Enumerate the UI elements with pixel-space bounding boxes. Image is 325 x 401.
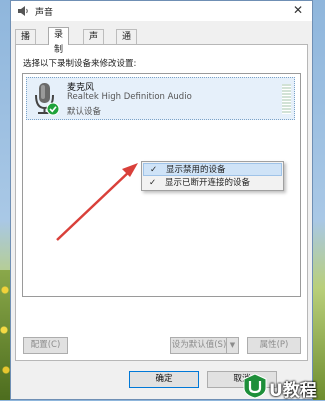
device-driver: Realtek High Definition Audio bbox=[67, 92, 192, 102]
menu-item-label: 显示禁用的设备 bbox=[166, 165, 226, 175]
title-bar: 声音 ✕ bbox=[11, 1, 312, 21]
device-status: 默认设备 bbox=[67, 107, 102, 117]
instruction-text: 选择以下录制设备来修改设置: bbox=[23, 59, 137, 69]
properties-button[interactable]: 属性(P) bbox=[247, 337, 301, 354]
context-menu: ✓ 显示禁用的设备 ✓ 显示已断开连接的设备 bbox=[141, 161, 284, 191]
level-meter bbox=[282, 84, 291, 114]
device-row-microphone[interactable]: 麦克风 Realtek High Definition Audio 默认设备 bbox=[26, 77, 295, 120]
watermark: U教程 bbox=[243, 373, 323, 401]
tab-playback[interactable]: 播放 bbox=[15, 29, 37, 57]
watermark-logo-icon bbox=[243, 373, 267, 399]
menu-item-show-disabled[interactable]: ✓ 显示禁用的设备 bbox=[143, 163, 282, 176]
set-default-button[interactable]: 设为默认值(S) ▼ bbox=[170, 337, 239, 354]
window-title: 声音 bbox=[35, 8, 54, 18]
desktop-background bbox=[0, 270, 10, 400]
recording-panel: 选择以下录制设备来修改设置: 麦克风 Realtek High Definiti… bbox=[15, 44, 308, 361]
sound-dialog: 声音 ✕ 播放 录制 声音 通信 选择以下录制设备来修改设置: bbox=[10, 0, 313, 400]
speaker-icon bbox=[18, 6, 28, 16]
set-default-label: 设为默认值(S) bbox=[171, 340, 227, 350]
menu-item-label: 显示已断开连接的设备 bbox=[165, 178, 251, 188]
green-check-icon bbox=[46, 102, 60, 116]
check-icon: ✓ bbox=[150, 165, 158, 175]
microphone-icon bbox=[35, 83, 60, 116]
tab-communications[interactable]: 通信 bbox=[116, 29, 138, 57]
tab-recording[interactable]: 录制 bbox=[48, 27, 70, 55]
watermark-text: U教程 bbox=[269, 381, 317, 401]
configure-button[interactable]: 配置(C) bbox=[23, 337, 68, 354]
check-icon: ✓ bbox=[149, 178, 157, 188]
ok-button[interactable]: 确定 bbox=[129, 371, 199, 388]
menu-item-show-disconnected[interactable]: ✓ 显示已断开连接的设备 bbox=[143, 177, 282, 190]
close-button[interactable]: ✕ bbox=[284, 1, 312, 21]
dropdown-arrow-icon[interactable]: ▼ bbox=[226, 338, 238, 353]
tab-sounds[interactable]: 声音 bbox=[83, 29, 105, 57]
